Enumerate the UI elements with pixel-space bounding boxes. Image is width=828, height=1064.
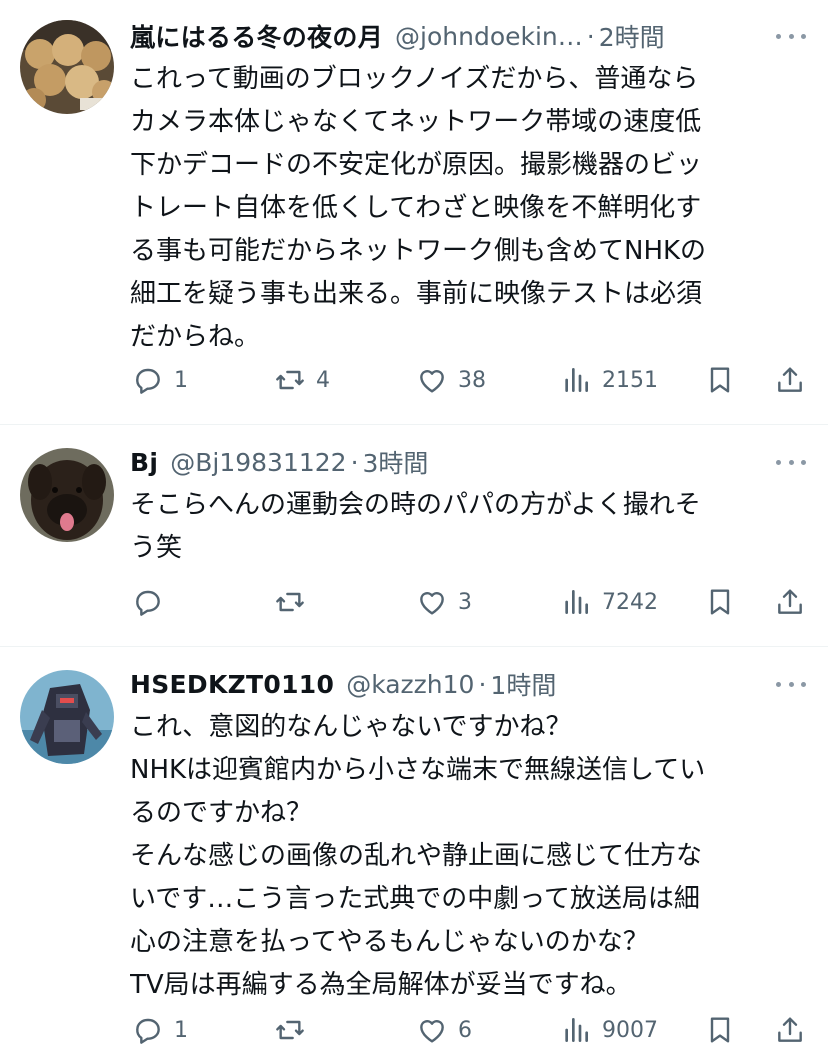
tweet[interactable]: Bj @Bj19831122 · 3時間 そこらへんの運動会の時のパパの方がよく… xyxy=(0,442,828,622)
bookmark-button[interactable] xyxy=(704,360,736,400)
avatar[interactable] xyxy=(20,670,114,764)
like-count: 38 xyxy=(458,367,486,393)
tweet-text: これって動画のブロックノイズだから、普通なら カメラ本体じゃなくてネットワーク帯… xyxy=(130,58,792,359)
like-icon xyxy=(420,1020,444,1043)
tweet-text-line: 下かデコードの不安定化が原因。撮影機器のビッ xyxy=(130,150,703,180)
more-icon[interactable] xyxy=(776,674,806,694)
like-count: 3 xyxy=(458,589,472,615)
tweet-header: 嵐にはるる冬の夜の月 @johndoekin… · 2時間 xyxy=(130,16,768,56)
reply-icon xyxy=(136,590,160,616)
bookmark-button[interactable] xyxy=(704,582,736,622)
separator-dot: · xyxy=(350,447,359,477)
bookmark-icon xyxy=(710,1017,730,1043)
tweet[interactable]: 嵐にはるる冬の夜の月 @johndoekin… · 2時間 これって動画のブロッ… xyxy=(0,16,828,416)
bookmark-icon xyxy=(710,367,730,393)
timestamp[interactable]: 2時間 xyxy=(599,18,665,54)
tweet-text-line: カメラ本体じゃなくてネットワーク帯域の速度低 xyxy=(130,107,702,137)
tweet-header: HSEDKZT0110 @kazzh10 · 1時間 xyxy=(130,664,768,704)
action-bar: 3 7242 xyxy=(0,582,828,622)
repost-count: 4 xyxy=(316,367,330,393)
reply-count: 1 xyxy=(174,367,188,393)
views-button[interactable]: 9007 xyxy=(560,1010,658,1050)
tweet-text-line: そんな感じの画像の乱れや静止画に感じて仕方な xyxy=(130,841,703,871)
views-icon xyxy=(565,368,588,392)
views-button[interactable]: 2151 xyxy=(560,360,658,400)
share-button[interactable] xyxy=(774,582,806,622)
reply-button[interactable] xyxy=(132,582,174,622)
user-handle[interactable]: @johndoekin… xyxy=(395,22,583,51)
tweet-text-line: これって動画のブロックノイズだから、普通なら xyxy=(130,64,699,94)
view-count: 9007 xyxy=(602,1017,658,1043)
user-handle[interactable]: @kazzh10 xyxy=(346,670,474,699)
like-icon xyxy=(420,370,444,393)
reply-button[interactable]: 1 xyxy=(132,1010,188,1050)
like-button[interactable]: 3 xyxy=(416,582,472,622)
display-name[interactable]: HSEDKZT0110 xyxy=(130,670,334,699)
tweet-text-line: いです…こう言った式典での中劇って放送局は細 xyxy=(130,884,700,914)
bookmark-button[interactable] xyxy=(704,1010,736,1050)
reply-button[interactable]: 1 xyxy=(132,360,188,400)
share-button[interactable] xyxy=(774,1010,806,1050)
action-bar: 1 4 38 2151 xyxy=(0,360,828,400)
tweet-text-line: う笑 xyxy=(130,533,183,563)
repost-button[interactable] xyxy=(274,1010,316,1050)
repost-icon xyxy=(276,1020,304,1040)
tweet-text: そこらへんの運動会の時のパパの方がよく撮れそ う笑 xyxy=(130,484,792,570)
avatar[interactable] xyxy=(20,20,114,114)
reply-icon xyxy=(136,368,160,394)
avatar[interactable] xyxy=(20,448,114,542)
tweet-text-line: NHKは迎賓館内から小さな端末で無線送信してい xyxy=(130,755,706,785)
like-count: 6 xyxy=(458,1017,472,1043)
tweet-header: Bj @Bj19831122 · 3時間 xyxy=(130,442,768,482)
timestamp[interactable]: 3時間 xyxy=(363,444,429,480)
share-button[interactable] xyxy=(774,360,806,400)
like-icon xyxy=(420,592,444,615)
more-icon[interactable] xyxy=(776,26,806,46)
share-icon xyxy=(778,589,802,614)
tweet-text-line: そこらへんの運動会の時のパパの方がよく撮れそ xyxy=(130,490,701,520)
action-bar: 1 6 9007 xyxy=(0,1010,828,1050)
separator-dot: · xyxy=(586,21,595,51)
bookmark-icon xyxy=(710,589,730,615)
repost-button[interactable]: 4 xyxy=(274,360,330,400)
reply-count: 1 xyxy=(174,1017,188,1043)
tweet-text-line: 心の注意を払ってやるもんじゃないのかな？ xyxy=(130,927,649,957)
divider xyxy=(0,424,828,425)
timestamp[interactable]: 1時間 xyxy=(490,666,556,702)
share-icon xyxy=(778,367,802,392)
tweet-text-line: トレート自体を低くしてわざと映像を不鮮明化す xyxy=(130,193,702,223)
tweet-text-line: 細工を疑う事も出来る。事前に映像テストは必須 xyxy=(130,279,703,309)
user-handle[interactable]: @Bj19831122 xyxy=(170,448,346,477)
more-icon[interactable] xyxy=(776,452,806,472)
like-button[interactable]: 6 xyxy=(416,1010,472,1050)
tweet-text: これ、意図的なんじゃないですかね？ NHKは迎賓館内から小さな端末で無線送信して… xyxy=(130,706,792,1007)
reply-icon xyxy=(136,1018,160,1044)
views-icon xyxy=(565,1018,588,1042)
tweet[interactable]: HSEDKZT0110 @kazzh10 · 1時間 これ、意図的なんじゃないで… xyxy=(0,664,828,1064)
tweet-text-line: る事も可能だからネットワーク側も含めてNHKの xyxy=(130,236,707,266)
views-button[interactable]: 7242 xyxy=(560,582,658,622)
repost-icon xyxy=(276,592,304,612)
share-icon xyxy=(778,1017,802,1042)
tweet-text-line: TV局は再編する為全局解体が妥当ですね。 xyxy=(130,970,632,1000)
view-count: 2151 xyxy=(602,367,658,393)
views-icon xyxy=(565,590,588,614)
repost-icon xyxy=(276,370,304,390)
divider xyxy=(0,646,828,647)
tweet-text-line: るのですかね？ xyxy=(130,798,313,828)
separator-dot: · xyxy=(478,669,487,699)
tweet-text-line: これ、意図的なんじゃないですかね？ xyxy=(130,712,572,742)
repost-button[interactable] xyxy=(274,582,316,622)
display-name[interactable]: 嵐にはるる冬の夜の月 xyxy=(130,18,383,54)
like-button[interactable]: 38 xyxy=(416,360,486,400)
view-count: 7242 xyxy=(602,589,658,615)
tweet-text-line: だからね。 xyxy=(130,322,261,352)
display-name[interactable]: Bj xyxy=(130,448,158,477)
